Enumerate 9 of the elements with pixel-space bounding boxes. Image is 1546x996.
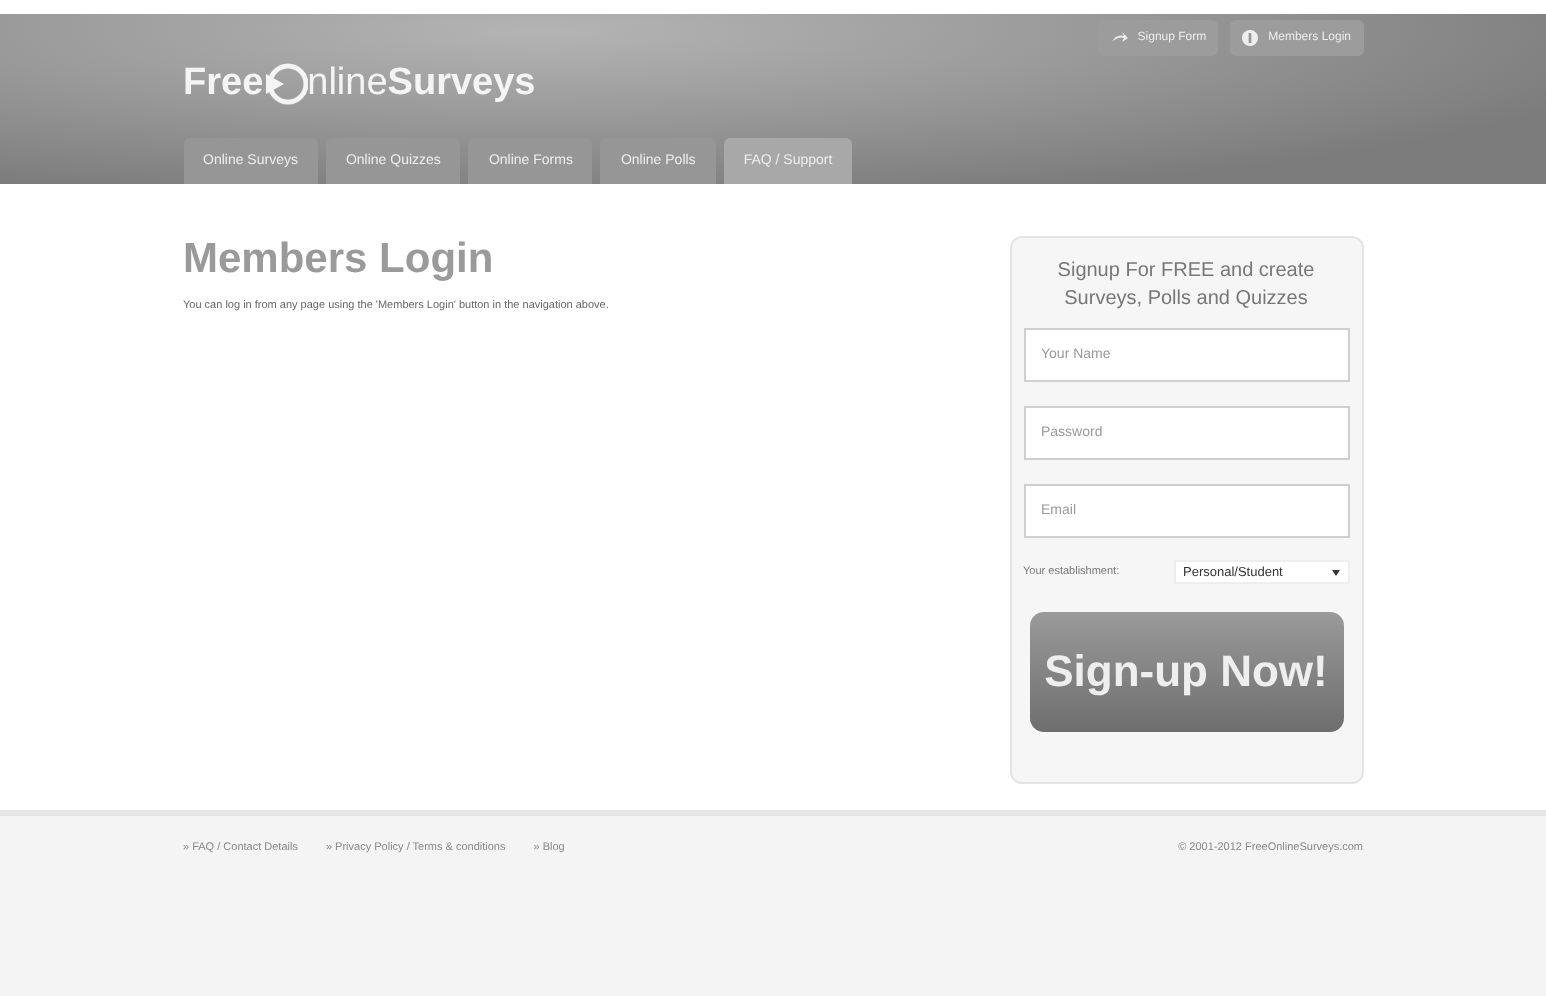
curved-arrow-icon [1109, 32, 1128, 44]
signup-now-button[interactable]: Sign-up Now! [1029, 612, 1343, 732]
logo-icon [263, 62, 308, 106]
logo-text: Free [183, 62, 264, 106]
caret-icon [1331, 569, 1339, 575]
signup-heading: Signup For FREE and create Surveys, Polls and Quizzes [1055, 258, 1317, 312]
page-title: Members Login [183, 236, 496, 284]
logo-text: nlineSurveys [307, 62, 536, 106]
power-icon [1242, 30, 1259, 46]
